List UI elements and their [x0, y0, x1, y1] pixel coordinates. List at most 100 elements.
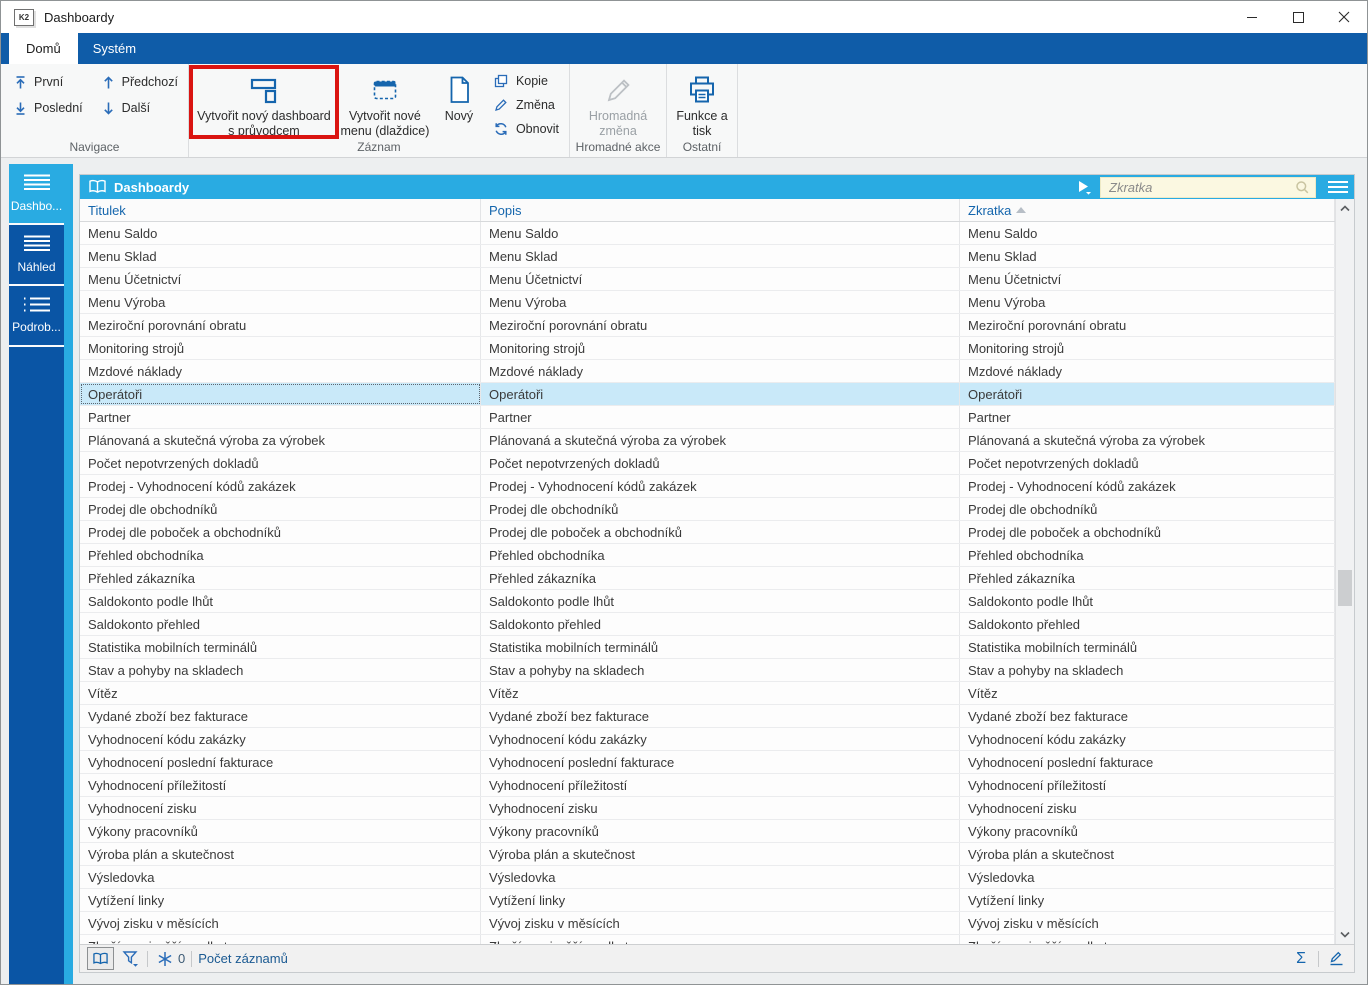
table-cell[interactable]: Prodej dle obchodníků — [960, 498, 1335, 520]
sum-button[interactable]: Σ — [1290, 950, 1312, 967]
table-cell[interactable]: Výkony pracovníků — [960, 820, 1335, 842]
table-cell[interactable]: Vývoj zisku v měsících — [481, 912, 960, 934]
create-menu-tiles-button[interactable]: Vytvořit nové menu (dlaždice) — [337, 67, 433, 139]
sidebar-item-preview[interactable]: Náhled — [9, 225, 64, 286]
freeze-filter-button[interactable] — [154, 948, 176, 969]
table-row[interactable]: Vítěz Vítěz Vítěz — [80, 682, 1335, 705]
table-cell[interactable]: Vyhodnocení příležitostí — [80, 774, 481, 796]
table-cell[interactable]: Zboží s nejvyšším odbytem — [960, 935, 1335, 944]
table-row[interactable]: Počet nepotvrzených dokladů Počet nepotvr… — [80, 452, 1335, 475]
table-cell[interactable]: Menu Výroba — [481, 291, 960, 313]
table-cell[interactable]: Prodej dle poboček a obchodníků — [481, 521, 960, 543]
table-row[interactable]: Prodej dle obchodníků Prodej dle obchodní… — [80, 498, 1335, 521]
table-cell[interactable]: Mzdové náklady — [960, 360, 1335, 382]
table-cell[interactable]: Vyhodnocení kódu zakázky — [80, 728, 481, 750]
table-row[interactable]: Vydané zboží bez fakturace Vydané zboží b… — [80, 705, 1335, 728]
table-cell[interactable]: Prodej dle poboček a obchodníků — [960, 521, 1335, 543]
table-row[interactable]: Vyhodnocení příležitostí Vyhodnocení příl… — [80, 774, 1335, 797]
table-cell[interactable]: Vytížení linky — [960, 889, 1335, 911]
column-header-popis[interactable]: Popis — [481, 199, 960, 221]
table-cell[interactable]: Výsledovka — [481, 866, 960, 888]
table-cell[interactable]: Meziroční porovnání obratu — [80, 314, 481, 336]
tab-system[interactable]: Systém — [78, 33, 151, 64]
table-row[interactable]: Partner Partner Partner — [80, 406, 1335, 429]
table-cell[interactable]: Menu Účetnictví — [960, 268, 1335, 290]
table-cell[interactable]: Výroba plán a skutečnost — [481, 843, 960, 865]
table-row[interactable]: Saldokonto přehled Saldokonto přehled Sald… — [80, 613, 1335, 636]
table-row[interactable]: Přehled zákazníka Přehled zákazníka Přehle… — [80, 567, 1335, 590]
sidebar-item-details[interactable]: Podrob... — [9, 286, 64, 347]
table-cell[interactable]: Prodej - Vyhodnocení kódů zakázek — [80, 475, 481, 497]
next-button[interactable]: Další — [97, 97, 182, 119]
tab-home[interactable]: Domů — [9, 33, 78, 64]
table-row[interactable]: Prodej dle poboček a obchodníků Prodej dl… — [80, 521, 1335, 544]
table-row[interactable]: Monitoring strojů Monitoring strojů Monito… — [80, 337, 1335, 360]
table-cell[interactable]: Monitoring strojů — [481, 337, 960, 359]
table-cell[interactable]: Počet nepotvrzených dokladů — [960, 452, 1335, 474]
table-cell[interactable]: Výroba plán a skutečnost — [80, 843, 481, 865]
table-row[interactable]: Operátoři Operátoři Operátoři — [80, 383, 1335, 406]
table-cell[interactable]: Vyhodnocení zisku — [80, 797, 481, 819]
table-cell[interactable]: Partner — [481, 406, 960, 428]
table-cell[interactable]: Plánovaná a skutečná výroba za výrobek — [481, 429, 960, 451]
table-cell[interactable]: Stav a pohyby na skladech — [481, 659, 960, 681]
table-cell[interactable]: Výkony pracovníků — [481, 820, 960, 842]
vertical-scrollbar[interactable] — [1335, 199, 1354, 944]
quick-edit-button[interactable] — [1325, 948, 1347, 969]
table-cell[interactable]: Operátoři — [960, 383, 1335, 405]
table-cell[interactable]: Menu Výroba — [80, 291, 481, 313]
table-cell[interactable]: Přehled obchodníka — [80, 544, 481, 566]
refresh-button[interactable]: Obnovit — [493, 118, 559, 139]
table-row[interactable]: Menu Účetnictví Menu Účetnictví Menu Účetn… — [80, 268, 1335, 291]
table-cell[interactable]: Meziroční porovnání obratu — [960, 314, 1335, 336]
close-button[interactable] — [1321, 1, 1367, 33]
table-row[interactable]: Menu Sklad Menu Sklad Menu Sklad — [80, 245, 1335, 268]
table-cell[interactable]: Prodej - Vyhodnocení kódů zakázek — [481, 475, 960, 497]
table-cell[interactable]: Saldokonto podle lhůt — [481, 590, 960, 612]
table-cell[interactable]: Menu Výroba — [960, 291, 1335, 313]
table-cell[interactable]: Vyhodnocení poslední fakturace — [481, 751, 960, 773]
table-cell[interactable]: Zboží s nejvyšším odbytem — [80, 935, 481, 944]
table-cell[interactable]: Monitoring strojů — [960, 337, 1335, 359]
table-cell[interactable]: Saldokonto podle lhůt — [960, 590, 1335, 612]
scrollbar-thumb[interactable] — [1338, 570, 1352, 606]
table-cell[interactable]: Vyhodnocení kódu zakázky — [481, 728, 960, 750]
table-cell[interactable]: Mzdové náklady — [481, 360, 960, 382]
table-cell[interactable]: Monitoring strojů — [80, 337, 481, 359]
scroll-up-button[interactable] — [1336, 199, 1354, 217]
table-cell[interactable]: Prodej dle poboček a obchodníků — [80, 521, 481, 543]
table-cell[interactable]: Přehled zákazníka — [80, 567, 481, 589]
table-row[interactable]: Statistika mobilních terminálů Statistika… — [80, 636, 1335, 659]
book-view-toggle[interactable] — [87, 947, 114, 970]
table-cell[interactable]: Statistika mobilních terminálů — [80, 636, 481, 658]
table-cell[interactable]: Počet nepotvrzených dokladů — [481, 452, 960, 474]
table-cell[interactable]: Menu Saldo — [960, 222, 1335, 244]
table-cell[interactable]: Vývoj zisku v měsících — [960, 912, 1335, 934]
change-button[interactable]: Změna — [493, 94, 559, 115]
table-row[interactable]: Prodej - Vyhodnocení kódů zakázek Prodej … — [80, 475, 1335, 498]
table-cell[interactable]: Stav a pohyby na skladech — [80, 659, 481, 681]
table-cell[interactable]: Prodej - Vyhodnocení kódů zakázek — [960, 475, 1335, 497]
table-row[interactable]: Výsledovka Výsledovka Výsledovka — [80, 866, 1335, 889]
table-row[interactable]: Menu Saldo Menu Saldo Menu Saldo — [80, 222, 1335, 245]
table-cell[interactable]: Přehled obchodníka — [960, 544, 1335, 566]
table-cell[interactable]: Vítěz — [80, 682, 481, 704]
table-cell[interactable]: Výkony pracovníků — [80, 820, 481, 842]
table-cell[interactable]: Plánovaná a skutečná výroba za výrobek — [960, 429, 1335, 451]
table-cell[interactable]: Vyhodnocení zisku — [481, 797, 960, 819]
table-cell[interactable]: Partner — [960, 406, 1335, 428]
table-cell[interactable]: Saldokonto přehled — [960, 613, 1335, 635]
table-row[interactable]: Výkony pracovníků Výkony pracovníků Výkony… — [80, 820, 1335, 843]
play-expand-icon[interactable] — [1076, 179, 1092, 195]
panel-menu-button[interactable] — [1324, 175, 1352, 199]
table-cell[interactable]: Výsledovka — [80, 866, 481, 888]
table-row[interactable]: Meziroční porovnání obratu Meziroční poro… — [80, 314, 1335, 337]
previous-button[interactable]: Předchozí — [97, 71, 182, 93]
table-cell[interactable]: Menu Saldo — [481, 222, 960, 244]
table-row[interactable]: Vyhodnocení poslední fakturace Vyhodnocen… — [80, 751, 1335, 774]
table-cell[interactable]: Vítěz — [960, 682, 1335, 704]
last-button[interactable]: Poslední — [9, 97, 87, 119]
table-cell[interactable]: Vyhodnocení kódu zakázky — [960, 728, 1335, 750]
table-cell[interactable]: Přehled zákazníka — [960, 567, 1335, 589]
scroll-down-button[interactable] — [1336, 926, 1354, 944]
